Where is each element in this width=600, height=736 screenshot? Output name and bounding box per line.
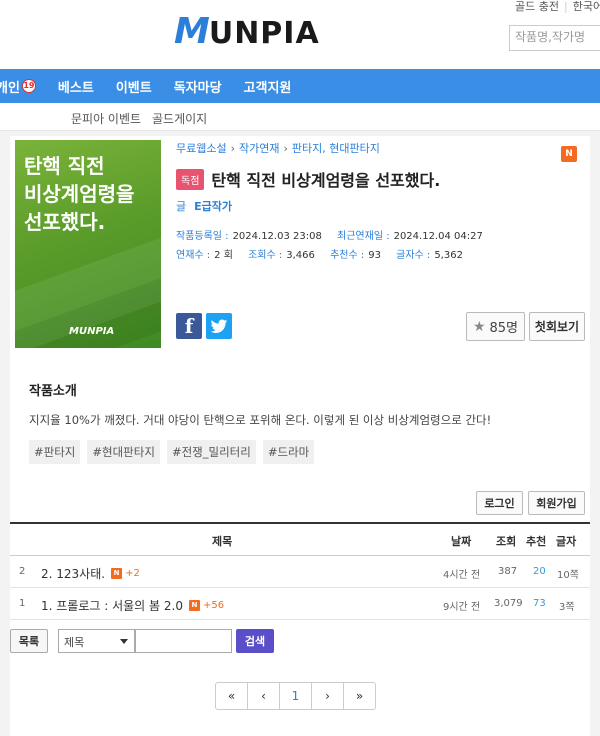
login-button[interactable]: 로그인 <box>476 491 523 515</box>
tag-modern-fantasy[interactable]: #현대판타지 <box>87 440 160 464</box>
novel-title: 탄핵 직전 비상계엄령을 선포했다. <box>211 171 441 190</box>
episode-search-button[interactable]: 검색 <box>236 629 274 653</box>
breadcrumb-genre[interactable]: 판타지, 현대판타지 <box>292 142 380 155</box>
recommend-button[interactable]: ★ 85명 <box>466 312 525 341</box>
tag-fantasy[interactable]: #판타지 <box>29 440 81 464</box>
new-icon: N <box>188 600 200 611</box>
new-icon: N <box>111 568 123 579</box>
twitter-share-icon[interactable] <box>206 313 232 339</box>
cover-logo: MUNPIA <box>69 326 115 337</box>
title-row: 독점 탄핵 직전 비상계엄령을 선포했다. <box>176 167 440 191</box>
episode-rec: 73 <box>533 598 546 609</box>
episode-date: 4시간 전 <box>443 570 481 581</box>
episode-chars: 10쪽 <box>557 570 579 581</box>
table-header: 제목 날짜 조회 추천 글자 <box>10 524 590 556</box>
search-input[interactable] <box>515 30 600 44</box>
nav-item-personal[interactable]: 개인 19 <box>0 77 36 96</box>
episode-title[interactable]: 2. 123사태. N +2 <box>41 565 140 582</box>
signup-button[interactable]: 회원가입 <box>528 491 585 515</box>
novel-card: 탄핵 직전 비상계엄령을 선포했다. MUNPIA 무료웹소설 › 작가연재 › 판타지… <box>10 136 590 736</box>
language-link[interactable]: 한국어 <box>573 0 600 13</box>
star-icon: ★ <box>472 318 486 335</box>
episode-search-input[interactable] <box>135 629 232 653</box>
episode-title[interactable]: 1. 프롤로그 : 서울의 봄 2.0 N +56 <box>41 597 224 614</box>
col-title: 제목 <box>212 535 233 548</box>
first-episode-button[interactable]: 첫회보기 <box>529 312 585 341</box>
author-label: 글 <box>176 200 187 213</box>
view-count: 3,466 <box>286 250 315 261</box>
chevron-down-icon <box>120 639 128 644</box>
main-nav: 개인 19 베스트 이벤트 독자마당 고객지원 <box>0 69 600 103</box>
cover-title: 탄핵 직전 비상계엄령을 선포했다. <box>24 154 135 234</box>
sub-nav: 문피아 이벤트 골드게이지 <box>0 103 600 131</box>
table-row[interactable]: 2 2. 123사태. N +2 4시간 전 387 20 10쪽 <box>10 557 590 588</box>
munpia-logo[interactable]: MUNPIA <box>174 10 320 52</box>
char-count: 5,362 <box>434 250 463 261</box>
twitter-bird-icon <box>210 319 228 333</box>
breadcrumb-author-serial[interactable]: 작가연재 <box>239 142 279 155</box>
tag-drama[interactable]: #드라마 <box>262 440 315 464</box>
col-date: 날짜 <box>451 535 472 548</box>
tag-list: #판타지 #현대판타지 #전쟁_밀리터리 #드라마 <box>29 440 321 464</box>
comment-count: +2 <box>125 568 140 579</box>
author-row: 글 E급작가 <box>176 198 232 214</box>
episode-rec: 20 <box>533 566 546 577</box>
episode-date: 9시간 전 <box>443 602 481 613</box>
episode-number: 1 <box>19 598 26 609</box>
chevron-right-icon: › <box>230 142 236 155</box>
author-name[interactable]: E급작가 <box>194 200 232 213</box>
logo-m-mark: M <box>174 10 211 52</box>
page-current[interactable]: 1 <box>279 682 312 710</box>
episode-views: 387 <box>498 566 518 577</box>
meta-stats: 연재수 :2 회 조회수 :3,466 추천수 :93 글자수 :5,362 <box>176 250 463 261</box>
recommend-count: 93 <box>368 250 381 261</box>
subnav-item-event[interactable]: 문피아 이벤트 <box>71 110 141 127</box>
col-chars: 글자 <box>556 535 577 548</box>
registered-date: 2024.12.03 23:08 <box>232 231 322 242</box>
page-last-button[interactable]: » <box>343 682 376 710</box>
nav-item-reader[interactable]: 독자마당 <box>174 77 222 96</box>
meta-dates: 작품등록일 :2024.12.03 23:08 최근연재일 :2024.12.0… <box>176 231 483 242</box>
intro-text: 지지율 10%가 깨졌다. 거대 야당이 탄핵으로 포위해 온다. 이렇게 된 … <box>29 413 492 427</box>
breadcrumb-free[interactable]: 무료웹소설 <box>176 142 227 155</box>
header-search-box <box>509 25 600 51</box>
recommend-button-label: 85명 <box>489 321 519 336</box>
comment-count: +56 <box>202 600 225 611</box>
facebook-share-icon[interactable]: f <box>176 313 202 339</box>
top-links: 골드 충전 | 한국어 <box>515 0 600 14</box>
nav-item-event[interactable]: 이벤트 <box>116 77 152 96</box>
new-badge: N <box>561 146 577 162</box>
novel-cover[interactable]: 탄핵 직전 비상계엄령을 선포했다. MUNPIA <box>15 140 161 348</box>
list-button[interactable]: 목록 <box>10 629 48 653</box>
exclusive-badge: 독점 <box>176 168 205 190</box>
episode-chars: 3쪽 <box>559 602 575 613</box>
tag-war-military[interactable]: #전쟁_밀리터리 <box>166 440 256 464</box>
episode-number: 2 <box>19 566 26 577</box>
col-views: 조회 <box>496 535 517 548</box>
age-19-icon: 19 <box>21 79 36 93</box>
pagination: « ‹ 1 › » <box>215 682 376 710</box>
subnav-item-gold-gauge[interactable]: 골드게이지 <box>152 110 207 127</box>
episode-views: 3,079 <box>494 598 523 609</box>
latest-date: 2024.12.04 04:27 <box>393 231 483 242</box>
search-type-select[interactable]: 제목 <box>58 629 135 653</box>
logo-text: UNPIA <box>208 15 320 51</box>
breadcrumb: 무료웹소설 › 작가연재 › 판타지, 현대판타지 <box>176 140 380 156</box>
col-rec: 추천 <box>526 535 547 548</box>
site-header: MUNPIA 골드 충전 | 한국어 <box>0 0 600 69</box>
gold-charge-link[interactable]: 골드 충전 <box>515 0 559 13</box>
table-row[interactable]: 1 1. 프롤로그 : 서울의 봄 2.0 N +56 9시간 전 3,079 73… <box>10 589 590 620</box>
chevron-right-icon: › <box>283 142 288 155</box>
episode-count: 2 회 <box>214 250 233 261</box>
search-type-value: 제목 <box>64 636 85 649</box>
intro-heading: 작품소개 <box>29 384 77 399</box>
nav-item-best[interactable]: 베스트 <box>58 77 94 96</box>
page-prev-button[interactable]: ‹ <box>247 682 280 710</box>
page-next-button[interactable]: › <box>311 682 344 710</box>
page-first-button[interactable]: « <box>215 682 248 710</box>
nav-item-support[interactable]: 고객지원 <box>244 77 292 96</box>
